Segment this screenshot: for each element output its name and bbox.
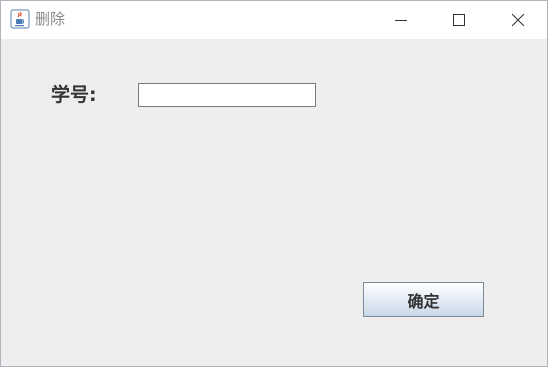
window-title: 删除 (35, 10, 66, 28)
student-id-input[interactable] (138, 83, 316, 107)
title-bar[interactable]: 删除 (1, 1, 547, 39)
content-panel: 学号: 确定 (1, 39, 547, 366)
maximize-button[interactable] (436, 1, 482, 39)
confirm-button[interactable]: 确定 (363, 282, 484, 317)
java-coffee-cup-icon (10, 9, 30, 29)
close-icon (512, 14, 524, 26)
maximize-icon (453, 14, 465, 26)
delete-window: 删除 学号: 确定 (0, 0, 548, 367)
minimize-button[interactable] (378, 1, 424, 39)
student-id-label: 学号: (51, 84, 97, 106)
minimize-icon (395, 20, 407, 21)
close-button[interactable] (495, 1, 541, 39)
